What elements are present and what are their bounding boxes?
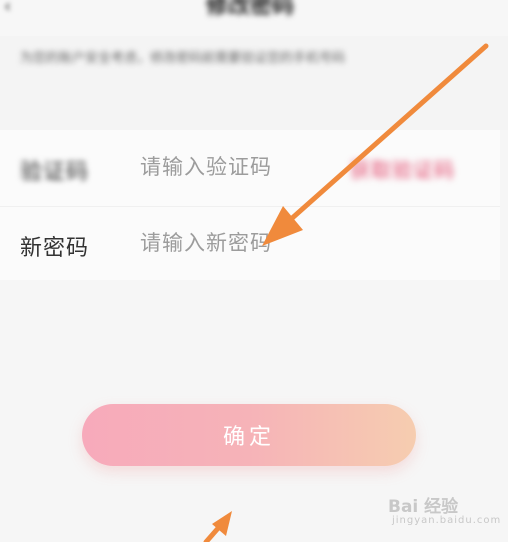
watermark-url: jingyan.baidu.com bbox=[392, 515, 502, 526]
watermark-brand: Bai 经验 bbox=[388, 497, 459, 517]
watermark: Bai 经验 jingyan.baidu.com bbox=[388, 492, 502, 532]
annotation-arrow-bottom-icon bbox=[203, 511, 232, 542]
